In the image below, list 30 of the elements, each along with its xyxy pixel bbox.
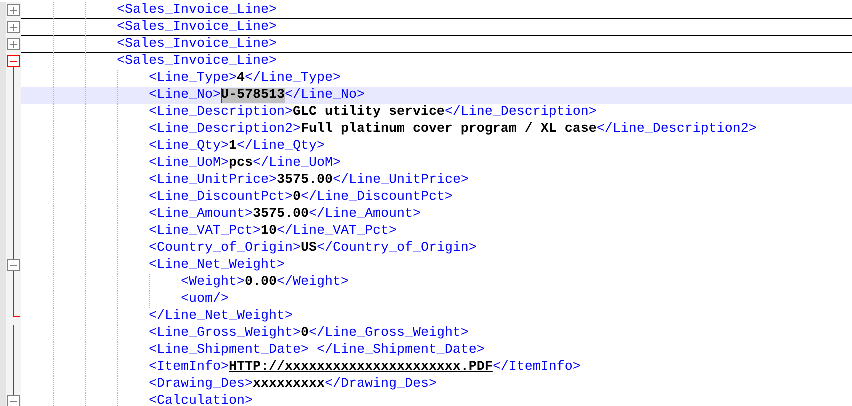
fold-end-line [12,308,20,318]
code-line: <uom/> [181,291,229,308]
fold-collapse-icon[interactable] [7,395,20,406]
code-line: <Sales_Invoice_Line> [117,18,277,36]
code-line: <Line_Net_Weight> [149,257,285,274]
code-line: <Sales_Invoice_Line> [117,53,277,70]
code-line: <Line_UnitPrice>3575.00</Line_UnitPrice> [149,172,469,189]
code-line: <Line_UoM>pcs</Line_UoM> [149,155,341,172]
code-line: <Weight>0.00</Weight> [181,274,349,291]
code-line: <Drawing_Des>xxxxxxxxx</Drawing_Des> [149,376,437,393]
fold-collapse-icon[interactable] [7,259,20,271]
code-line: <Line_Qty>1</Line_Qty> [149,138,325,155]
code-line: <Line_Gross_Weight>0</Line_Gross_Weight> [149,325,469,342]
fold-expand-icon[interactable] [7,38,20,50]
code-line: <Country_of_Origin>US</Country_of_Origin> [149,240,477,257]
code-line: <Line_Type>4</Line_Type> [149,70,341,87]
fold-collapse-icon[interactable] [7,55,20,67]
code-line: <Line_Amount>3575.00</Line_Amount> [149,206,421,223]
code-line: <Sales_Invoice_Line> [117,36,277,52]
code-line: <Line_DiscountPct>0</Line_DiscountPct> [149,189,453,206]
fold-expand-icon[interactable] [7,4,20,16]
code-line: <Line_Description2>Full platinum cover program / XL case</Line_Description2> [149,121,757,138]
code-line: <ItemInfo>HTTP://xxxxxxxxxxxxxxxxxxxxxx.PDF</ItemInfo> [149,359,581,376]
code-line: <Line_Description>GLC utility service</Line_Description> [149,104,597,121]
code-line: <Sales_Invoice_Line> [117,2,277,18]
fold-expand-icon[interactable] [7,21,20,33]
code-line: <Line_Shipment_Date> </Line_Shipment_Date> [149,342,485,359]
code-line: <Calculation> [149,393,253,406]
code-line: </Line_Net_Weight> [149,308,293,325]
code-line: <Line_VAT_Pct>10</Line_VAT_Pct> [149,223,397,240]
